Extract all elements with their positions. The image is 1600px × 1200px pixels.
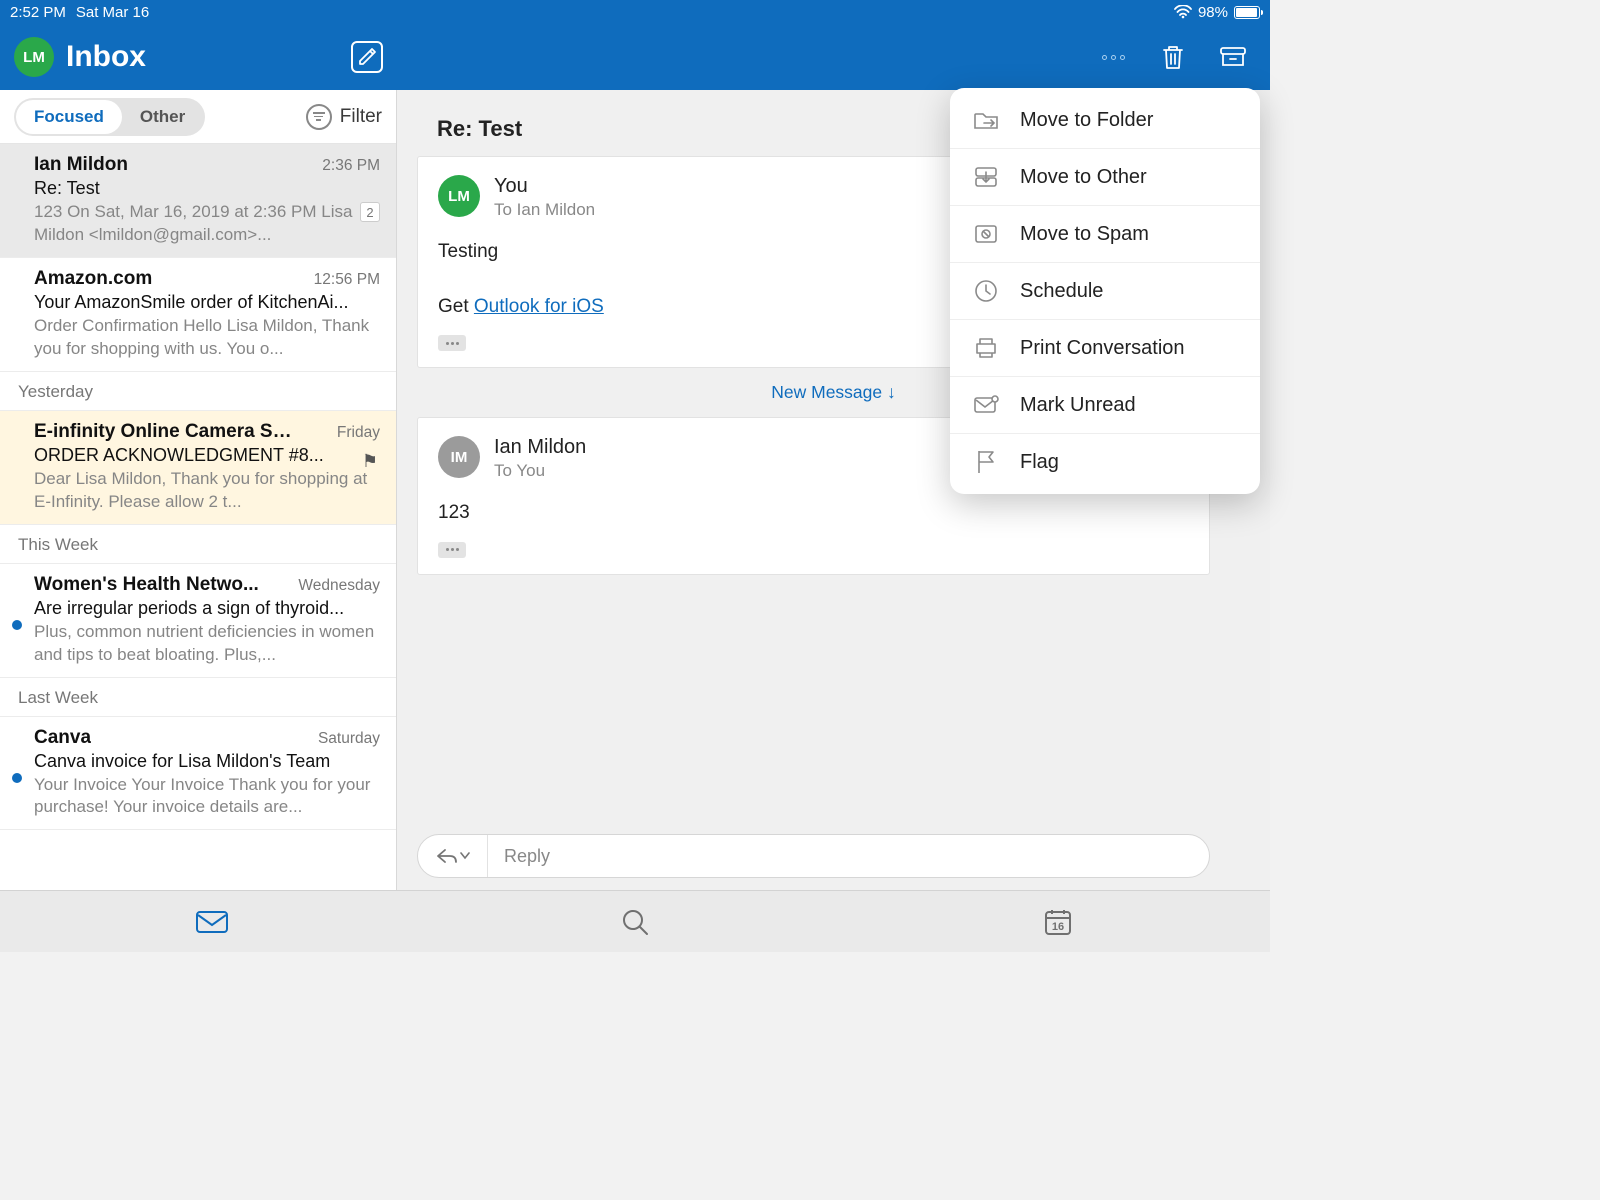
tab-other[interactable]: Other xyxy=(122,100,203,134)
menu-move-to-folder[interactable]: Move to Folder xyxy=(950,92,1260,149)
mail-time: Friday xyxy=(337,424,380,442)
folder-icon xyxy=(972,106,1000,134)
mail-subject: Are irregular periods a sign of thyroid.… xyxy=(34,598,364,619)
menu-label: Move to Other xyxy=(1020,166,1147,189)
menu-move-to-other[interactable]: Move to Other xyxy=(950,149,1260,206)
mail-item[interactable]: Ian Mildon 2:36 PM Re: Test 123 On Sat, M… xyxy=(0,144,396,258)
outlook-ios-link[interactable]: Outlook for iOS xyxy=(474,296,604,317)
menu-move-to-spam[interactable]: Move to Spam xyxy=(950,206,1260,263)
menu-flag[interactable]: Flag xyxy=(950,434,1260,490)
bottom-tab-bar: 16 xyxy=(0,890,1270,952)
mail-subject: ORDER ACKNOWLEDGMENT #8... xyxy=(34,445,324,466)
section-header: This Week xyxy=(0,525,396,564)
filter-icon xyxy=(306,104,332,130)
mail-item[interactable]: Amazon.com 12:56 PM Your AmazonSmile orde… xyxy=(0,258,396,372)
unread-dot-icon xyxy=(12,620,22,630)
mail-item[interactable]: E-infinity Online Camera St... Friday ORD… xyxy=(0,411,396,525)
filter-label: Filter xyxy=(340,106,382,128)
battery-icon xyxy=(1234,6,1260,19)
mail-subject: Your AmazonSmile order of KitchenAi... xyxy=(34,292,364,313)
compose-button[interactable] xyxy=(351,41,383,73)
mail-time: Wednesday xyxy=(298,577,380,595)
message-from: You xyxy=(494,175,595,198)
reply-bar: Reply xyxy=(417,834,1210,878)
tab-search[interactable] xyxy=(423,891,846,952)
menu-label: Mark Unread xyxy=(1020,394,1136,417)
mail-item[interactable]: Canva Saturday Canva invoice for Lisa Mil… xyxy=(0,717,396,831)
status-time: 2:52 PM xyxy=(10,4,66,21)
mail-sender: E-infinity Online Camera St... xyxy=(34,421,294,443)
menu-label: Move to Spam xyxy=(1020,223,1149,246)
menu-label: Flag xyxy=(1020,451,1059,474)
menu-schedule[interactable]: Schedule xyxy=(950,263,1260,320)
app-header: LM Inbox xyxy=(0,24,1270,90)
battery-pct: 98% xyxy=(1198,4,1228,21)
clock-icon xyxy=(972,277,1000,305)
more-actions-button[interactable] xyxy=(1098,42,1128,72)
message-body-line: Get xyxy=(438,296,474,317)
status-bar: 2:52 PM Sat Mar 16 98% xyxy=(0,0,1270,24)
spam-icon xyxy=(972,220,1000,248)
flag-icon: ⚑ xyxy=(362,451,378,472)
menu-label: Print Conversation xyxy=(1020,337,1185,360)
section-header: Yesterday xyxy=(0,372,396,411)
mail-subject: Re: Test xyxy=(34,178,364,199)
mail-preview: Order Confirmation Hello Lisa Mildon, Th… xyxy=(34,315,380,361)
tab-calendar[interactable]: 16 xyxy=(847,891,1270,952)
mail-subject: Canva invoice for Lisa Mildon's Team xyxy=(34,751,364,772)
folder-title: Inbox xyxy=(66,40,146,74)
message-from: Ian Mildon xyxy=(494,436,586,459)
tab-mail[interactable] xyxy=(0,891,423,952)
mail-item[interactable]: Women's Health Netwo... Wednesday Are irr… xyxy=(0,564,396,678)
message-avatar: IM xyxy=(438,436,480,478)
mail-time: 12:56 PM xyxy=(314,271,380,289)
message-body: 123 xyxy=(438,499,1189,528)
reply-mode-button[interactable] xyxy=(418,835,488,877)
mail-preview: Dear Lisa Mildon, Thank you for shopping… xyxy=(34,468,380,514)
mail-unread-icon xyxy=(972,391,1000,419)
message-to: To Ian Mildon xyxy=(494,200,595,220)
focused-other-toggle[interactable]: Focused Other xyxy=(14,98,205,136)
menu-label: Schedule xyxy=(1020,280,1103,303)
mail-sender: Ian Mildon xyxy=(34,154,128,176)
mail-time: 2:36 PM xyxy=(322,157,380,175)
message-to: To You xyxy=(494,461,586,481)
mail-sender: Women's Health Netwo... xyxy=(34,574,259,596)
mail-sender: Canva xyxy=(34,727,91,749)
mail-sender: Amazon.com xyxy=(34,268,152,290)
tab-focused[interactable]: Focused xyxy=(16,100,122,134)
unread-dot-icon xyxy=(12,773,22,783)
reply-input[interactable]: Reply xyxy=(488,846,1209,867)
quoted-text-toggle[interactable] xyxy=(438,542,466,558)
printer-icon xyxy=(972,334,1000,362)
list-toolbar: Focused Other Filter xyxy=(0,90,396,144)
actions-popover: Move to Folder Move to Other Move to Spa… xyxy=(950,88,1260,494)
filter-button[interactable]: Filter xyxy=(306,104,382,130)
mail-preview: 123 On Sat, Mar 16, 2019 at 2:36 PM Lisa… xyxy=(34,201,380,247)
section-header: Last Week xyxy=(0,678,396,717)
svg-text:16: 16 xyxy=(1052,921,1064,933)
move-other-icon xyxy=(972,163,1000,191)
menu-label: Move to Folder xyxy=(1020,109,1153,132)
flag-icon xyxy=(972,448,1000,476)
archive-button[interactable] xyxy=(1218,42,1248,72)
quoted-text-toggle[interactable] xyxy=(438,335,466,351)
thread-count-badge: 2 xyxy=(360,202,380,222)
message-list-pane: Focused Other Filter Ian Mildon 2:36 PM R… xyxy=(0,90,397,890)
mail-time: Saturday xyxy=(318,730,380,748)
delete-button[interactable] xyxy=(1158,42,1188,72)
account-avatar[interactable]: LM xyxy=(14,37,54,77)
mail-preview: Your Invoice Your Invoice Thank you for … xyxy=(34,774,380,820)
status-date: Sat Mar 16 xyxy=(76,4,149,21)
menu-mark-unread[interactable]: Mark Unread xyxy=(950,377,1260,434)
menu-print-conversation[interactable]: Print Conversation xyxy=(950,320,1260,377)
wifi-icon xyxy=(1174,5,1192,19)
message-avatar: LM xyxy=(438,175,480,217)
mail-preview: Plus, common nutrient deficiencies in wo… xyxy=(34,621,380,667)
